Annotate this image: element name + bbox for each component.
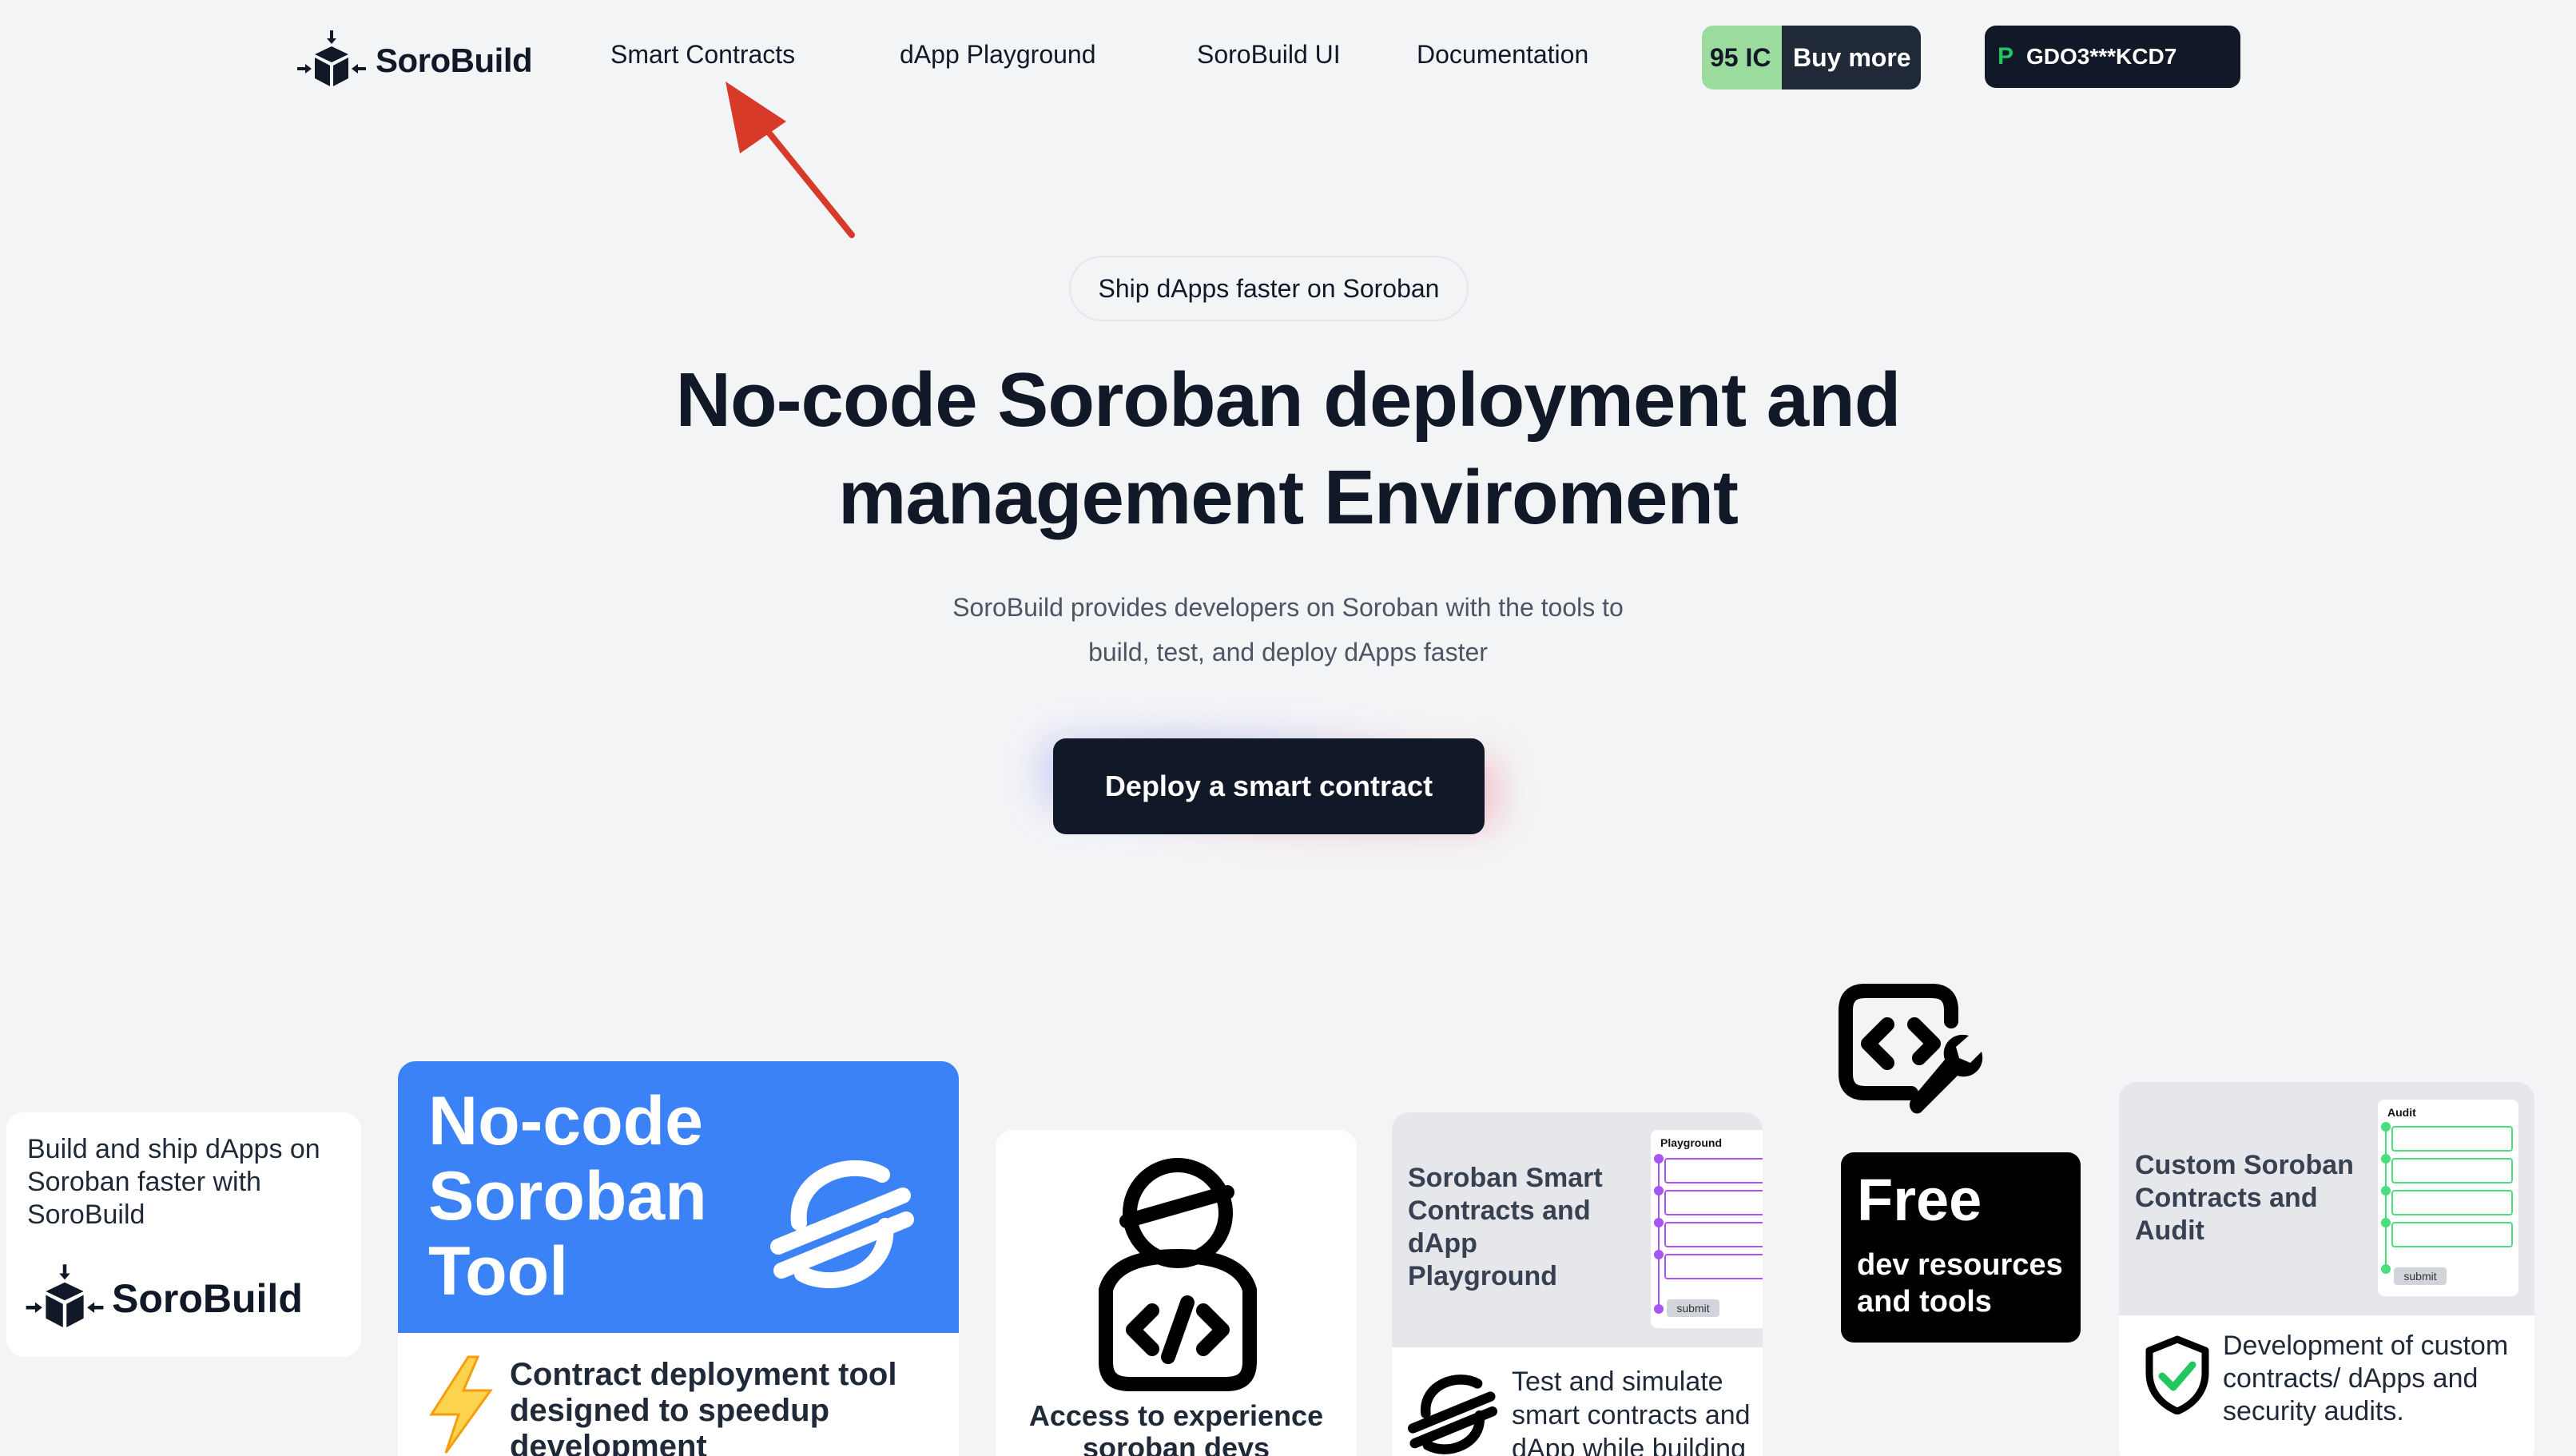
audit-card-header: Custom Soroban Contracts and Audit Audit… bbox=[2119, 1082, 2534, 1315]
hero-headline: No-code Soroban deployment and managemen… bbox=[489, 352, 2087, 547]
developer-icon bbox=[1099, 1158, 1257, 1391]
intro-brand-text: SoroBuild bbox=[112, 1276, 303, 1321]
nav-dapp-playground[interactable]: dApp Playground bbox=[900, 40, 1096, 70]
wallet-button[interactable]: P GDO3***KCD7 bbox=[1985, 26, 2240, 88]
playground-card-header: Soroban Smart Contracts and dApp Playgro… bbox=[1392, 1112, 1763, 1347]
hero-pill: Ship dApps faster on Soroban bbox=[1069, 256, 1469, 321]
hero-subtitle-line1: SoroBuild provides developers on Soroban… bbox=[952, 593, 1624, 622]
free-desc: dev resources and tools bbox=[1857, 1248, 2063, 1319]
cube-logo-icon bbox=[297, 30, 366, 86]
annotation-arrow-icon bbox=[725, 82, 855, 238]
audit-mock-submit: submit bbox=[2394, 1267, 2447, 1285]
hero-subtitle-line2: build, test, and deploy dApps faster bbox=[1088, 638, 1488, 666]
hero-headline-line2: management Enviroment bbox=[838, 455, 1739, 540]
audit-mockup: Audit submit bbox=[2378, 1100, 2518, 1296]
nocode-card-header: No-code Soroban Tool bbox=[398, 1061, 959, 1333]
playground-card: Soroban Smart Contracts and dApp Playgro… bbox=[1392, 1112, 1763, 1456]
nocode-desc: Contract deployment tool designed to spe… bbox=[510, 1357, 897, 1456]
free-card: Free dev resources and tools bbox=[1841, 1152, 2081, 1343]
devs-desc: Access to experience soroban devs bbox=[1028, 1399, 1324, 1456]
audit-card: Custom Soroban Contracts and Audit Audit… bbox=[2119, 1082, 2534, 1456]
intro-text: Build and ship dApps on Soroban faster w… bbox=[27, 1134, 320, 1230]
stellar-logo-icon bbox=[1408, 1374, 1497, 1454]
playground-mockup: Playground submit bbox=[1651, 1130, 1763, 1328]
code-wrench-icon bbox=[1839, 984, 1983, 1114]
audit-title: Custom Soroban Contracts and Audit bbox=[2135, 1150, 2354, 1246]
audit-card-body: Development of custom contracts/ dApps a… bbox=[2119, 1315, 2534, 1456]
credits-amount: 95 IC bbox=[1702, 26, 1782, 90]
nav-sorobuild-ui[interactable]: SoroBuild UI bbox=[1197, 40, 1341, 70]
nocode-title-l1: No-code bbox=[428, 1083, 703, 1160]
stellar-logo-icon bbox=[770, 1160, 914, 1288]
audit-desc: Development of custom contracts/ dApps a… bbox=[2223, 1331, 2509, 1426]
wallet-address: GDO3***KCD7 bbox=[2026, 44, 2177, 69]
deploy-contract-button[interactable]: Deploy a smart contract bbox=[1053, 738, 1485, 834]
nocode-card-body: Contract deployment tool designed to spe… bbox=[398, 1333, 959, 1456]
cube-logo-icon bbox=[26, 1264, 104, 1327]
buy-more-button[interactable]: Buy more bbox=[1782, 26, 1921, 90]
free-title: Free bbox=[1857, 1167, 1982, 1233]
nocode-card: No-code Soroban Tool Contract deployment… bbox=[398, 1061, 959, 1456]
devs-card: Access to experience soroban devs bbox=[996, 1130, 1357, 1456]
intro-card: Build and ship dApps on Soroban faster w… bbox=[6, 1112, 361, 1357]
nav-smart-contracts[interactable]: Smart Contracts bbox=[610, 40, 795, 70]
playground-mock-submit: submit bbox=[1667, 1299, 1719, 1317]
lightning-icon bbox=[429, 1355, 493, 1454]
credits-widget[interactable]: 95 IC Buy more bbox=[1702, 26, 1921, 90]
hero-subtitle: SoroBuild provides developers on Soroban… bbox=[799, 585, 1777, 674]
playground-card-body: Test and simulate smart contracts and dA… bbox=[1392, 1347, 1763, 1456]
intro-brand: SoroBuild bbox=[24, 1263, 303, 1335]
playground-desc: Test and simulate smart contracts and dA… bbox=[1512, 1366, 1751, 1456]
shield-check-icon bbox=[2145, 1335, 2209, 1414]
wallet-prefix-icon: P bbox=[1998, 43, 2014, 70]
logo[interactable]: SoroBuild bbox=[296, 29, 533, 93]
playground-title: Soroban Smart Contracts and dApp Playgro… bbox=[1408, 1163, 1603, 1291]
nav-documentation[interactable]: Documentation bbox=[1417, 40, 1588, 70]
playground-form-mock bbox=[1654, 1154, 1763, 1314]
logo-text: SoroBuild bbox=[376, 42, 533, 79]
hero-headline-line1: No-code Soroban deployment and bbox=[675, 357, 1902, 443]
